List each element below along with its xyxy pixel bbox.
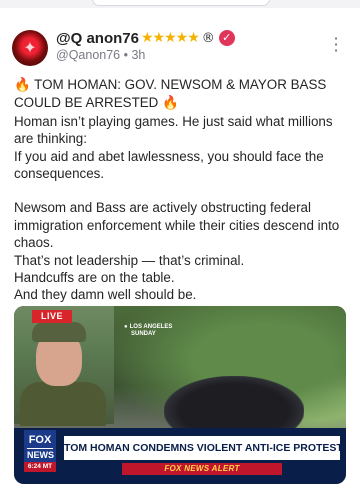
registered-icon: ® <box>201 30 215 46</box>
broadcast-time: 6:24 MT <box>24 462 56 472</box>
verified-badge-icon: ✓ <box>218 30 235 46</box>
location-tag: ● LOS ANGELES SUNDAY <box>124 324 173 337</box>
previous-post-edge <box>92 0 270 6</box>
post-meta: @Qanon76 • 3h <box>56 48 145 62</box>
logo-fox: FOX <box>28 434 52 446</box>
author-name-row: @Q anon76 ★★★★★ ® ✓ <box>56 28 235 48</box>
display-name[interactable]: @Q anon76 <box>56 30 139 47</box>
video-thumbnail[interactable]: LIVE ● LOS ANGELES SUNDAY FOX NEWS 6:24 M… <box>14 306 346 484</box>
fire-icon: 🔥 <box>14 78 31 93</box>
chyron-headline: TOM HOMAN CONDEMNS VIOLENT ANTI-ICE PROT… <box>64 436 340 460</box>
news-alert-bar: FOX NEWS ALERT <box>122 463 282 475</box>
handle[interactable]: @Qanon76 <box>56 48 120 62</box>
location-day: SUNDAY <box>131 331 156 337</box>
post-line: If you aid and abet lawlessness, you sho… <box>14 148 324 182</box>
post-line: Homan isn’t playing games. He just said … <box>14 113 333 147</box>
post-line: Newsom and Bass are actively obstructing… <box>14 200 340 251</box>
location-city: LOS ANGELES <box>129 324 173 330</box>
fire-icon: 🔥 <box>162 96 179 112</box>
post-time[interactable]: 3h <box>131 48 145 62</box>
avatar[interactable]: ✦ <box>12 30 48 66</box>
fox-news-logo: FOX NEWS <box>24 430 56 462</box>
more-vertical-icon[interactable]: · · · <box>330 31 342 59</box>
star-rating-icons: ★★★★★ <box>140 30 200 46</box>
avatar-emblem-icon: ✦ <box>23 38 37 57</box>
post-line: And they damn well should be. <box>14 287 197 303</box>
live-badge: LIVE <box>32 310 72 323</box>
post-line: That’s not leadership — that’s criminal. <box>14 252 245 268</box>
meta-separator: • <box>123 48 128 62</box>
post-headline: 🔥 TOM HOMAN: GOV. NEWSOM & MAYOR BASS CO… <box>14 76 350 113</box>
top-tab-strip <box>0 0 360 8</box>
post-body: 🔥 TOM HOMAN: GOV. NEWSOM & MAYOR BASS CO… <box>14 76 350 304</box>
logo-news: NEWS <box>27 448 54 460</box>
post-line: Handcuffs are on the table. <box>14 270 175 286</box>
speaker-inset <box>14 306 114 426</box>
